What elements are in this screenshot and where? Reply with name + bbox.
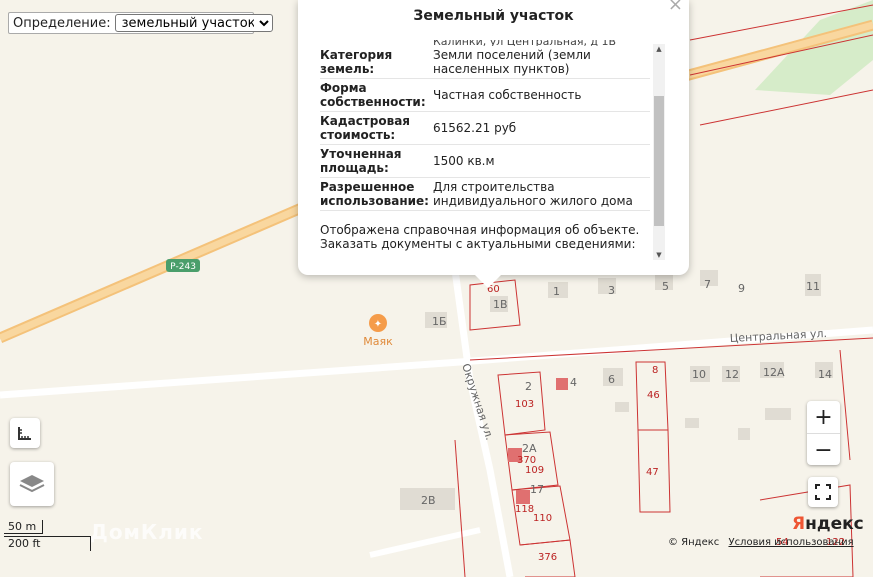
zoom-out-button[interactable]: −	[807, 434, 840, 466]
house-number: 3	[608, 284, 615, 297]
house-number: 46	[647, 390, 660, 401]
house-number: 109	[525, 465, 544, 476]
copyright-text: © Яндекс	[668, 537, 720, 548]
zoom-in-button[interactable]: +	[807, 401, 840, 434]
layers-button[interactable]	[10, 462, 54, 506]
house-number: 4	[570, 376, 577, 389]
map-app: Р-243 ✦ Маяк Центральная ул. Окружная ул…	[0, 0, 873, 577]
row-value: Земли поселений (земли населенных пункто…	[433, 48, 591, 76]
ruler-icon	[18, 427, 31, 440]
scroll-thumb[interactable]	[654, 96, 664, 226]
scale-metric: 50 m	[4, 520, 43, 534]
row-key: Уточненная площадь:	[320, 147, 402, 175]
info-row-ownership: Форма собственности: Частная собственнос…	[320, 79, 650, 112]
house-number: 1В	[493, 298, 508, 311]
watermark-logo: ДомКлик	[90, 520, 204, 544]
house-number: 2В	[421, 494, 436, 507]
house-number: 10	[692, 368, 706, 381]
scroll-down-arrow-icon[interactable]: ▼	[653, 250, 665, 260]
row-value: Частная собственность	[433, 88, 582, 102]
house-number: 1	[553, 285, 560, 298]
house-number: 47	[646, 467, 659, 478]
attribution: © Яндекс Условия использования	[668, 537, 854, 548]
brand-rest: ндекс	[805, 514, 864, 534]
popup-note: Отображена справочная информация об объе…	[320, 223, 640, 251]
scale-imperial: 200 ft	[4, 536, 91, 551]
poi-mayak-label: Маяк	[363, 335, 393, 348]
house-number: 5	[662, 280, 669, 293]
terms-link[interactable]: Условия использования	[728, 537, 853, 548]
popup-scrollbar[interactable]: ▲ ▼	[653, 44, 665, 260]
layers-icon	[19, 475, 45, 493]
info-row-permitted-use: Разрешенное использование: Для строитель…	[320, 178, 650, 211]
ruler-button[interactable]	[10, 418, 40, 448]
house-number: 11	[806, 280, 820, 293]
poi-glyph: ✦	[374, 319, 382, 330]
land-plot-popup: Земельный участок × Калинки, ул Централь…	[298, 0, 689, 275]
info-row-area: Уточненная площадь: 1500 кв.м	[320, 145, 650, 178]
row-key: Разрешенное использование:	[320, 180, 429, 208]
row-key: Категория земель:	[320, 48, 393, 76]
popup-title: Земельный участок	[413, 8, 574, 24]
definition-label: Определение:	[13, 15, 111, 31]
house-number: 2А	[522, 442, 537, 455]
road-badge-label: Р-243	[170, 262, 196, 272]
house-number: 6	[608, 373, 615, 386]
row-value: Для строительства индивидуального жилого…	[433, 180, 633, 208]
scroll-up-arrow-icon[interactable]: ▲	[653, 44, 665, 54]
house-number: 118	[515, 504, 534, 515]
house-number: 110	[533, 513, 552, 524]
row-key: Кадастровая стоимость:	[320, 114, 410, 142]
scale-bar: 50 m 200 ft	[4, 520, 91, 551]
close-icon[interactable]: ×	[668, 0, 683, 15]
fullscreen-icon	[815, 484, 831, 500]
definition-selector: Определение: земельный участок	[8, 12, 273, 34]
info-row-cadastral-value: Кадастровая стоимость: 61562.21 руб	[320, 112, 650, 145]
definition-select[interactable]: земельный участок	[114, 14, 273, 32]
house-number: 12	[725, 368, 739, 381]
house-number: 12А	[763, 366, 785, 379]
fullscreen-button[interactable]	[808, 477, 838, 507]
row-key: Форма собственности:	[320, 81, 426, 109]
house-number: 8	[652, 365, 658, 376]
house-number: 1Б	[432, 315, 447, 328]
row-value: 1500 кв.м	[433, 154, 495, 168]
popup-content[interactable]: Калинки, ул Центральная, д 1В Категория …	[320, 40, 650, 260]
yandex-logo: Яндекс	[792, 514, 864, 534]
house-number: 376	[538, 552, 557, 563]
row-value: 61562.21 руб	[433, 121, 517, 135]
popup-pointer	[470, 270, 506, 288]
house-number: 17	[530, 483, 544, 496]
house-number: 2	[525, 380, 532, 393]
house-number: 7	[704, 278, 711, 291]
zoom-control: + −	[807, 401, 840, 465]
house-number: 9	[738, 282, 745, 295]
brand-first-letter: Я	[792, 514, 806, 534]
house-number: 103	[515, 399, 534, 410]
house-number: 14	[818, 368, 832, 381]
info-row-category: Категория земель: Земли поселений (земли…	[320, 46, 650, 79]
